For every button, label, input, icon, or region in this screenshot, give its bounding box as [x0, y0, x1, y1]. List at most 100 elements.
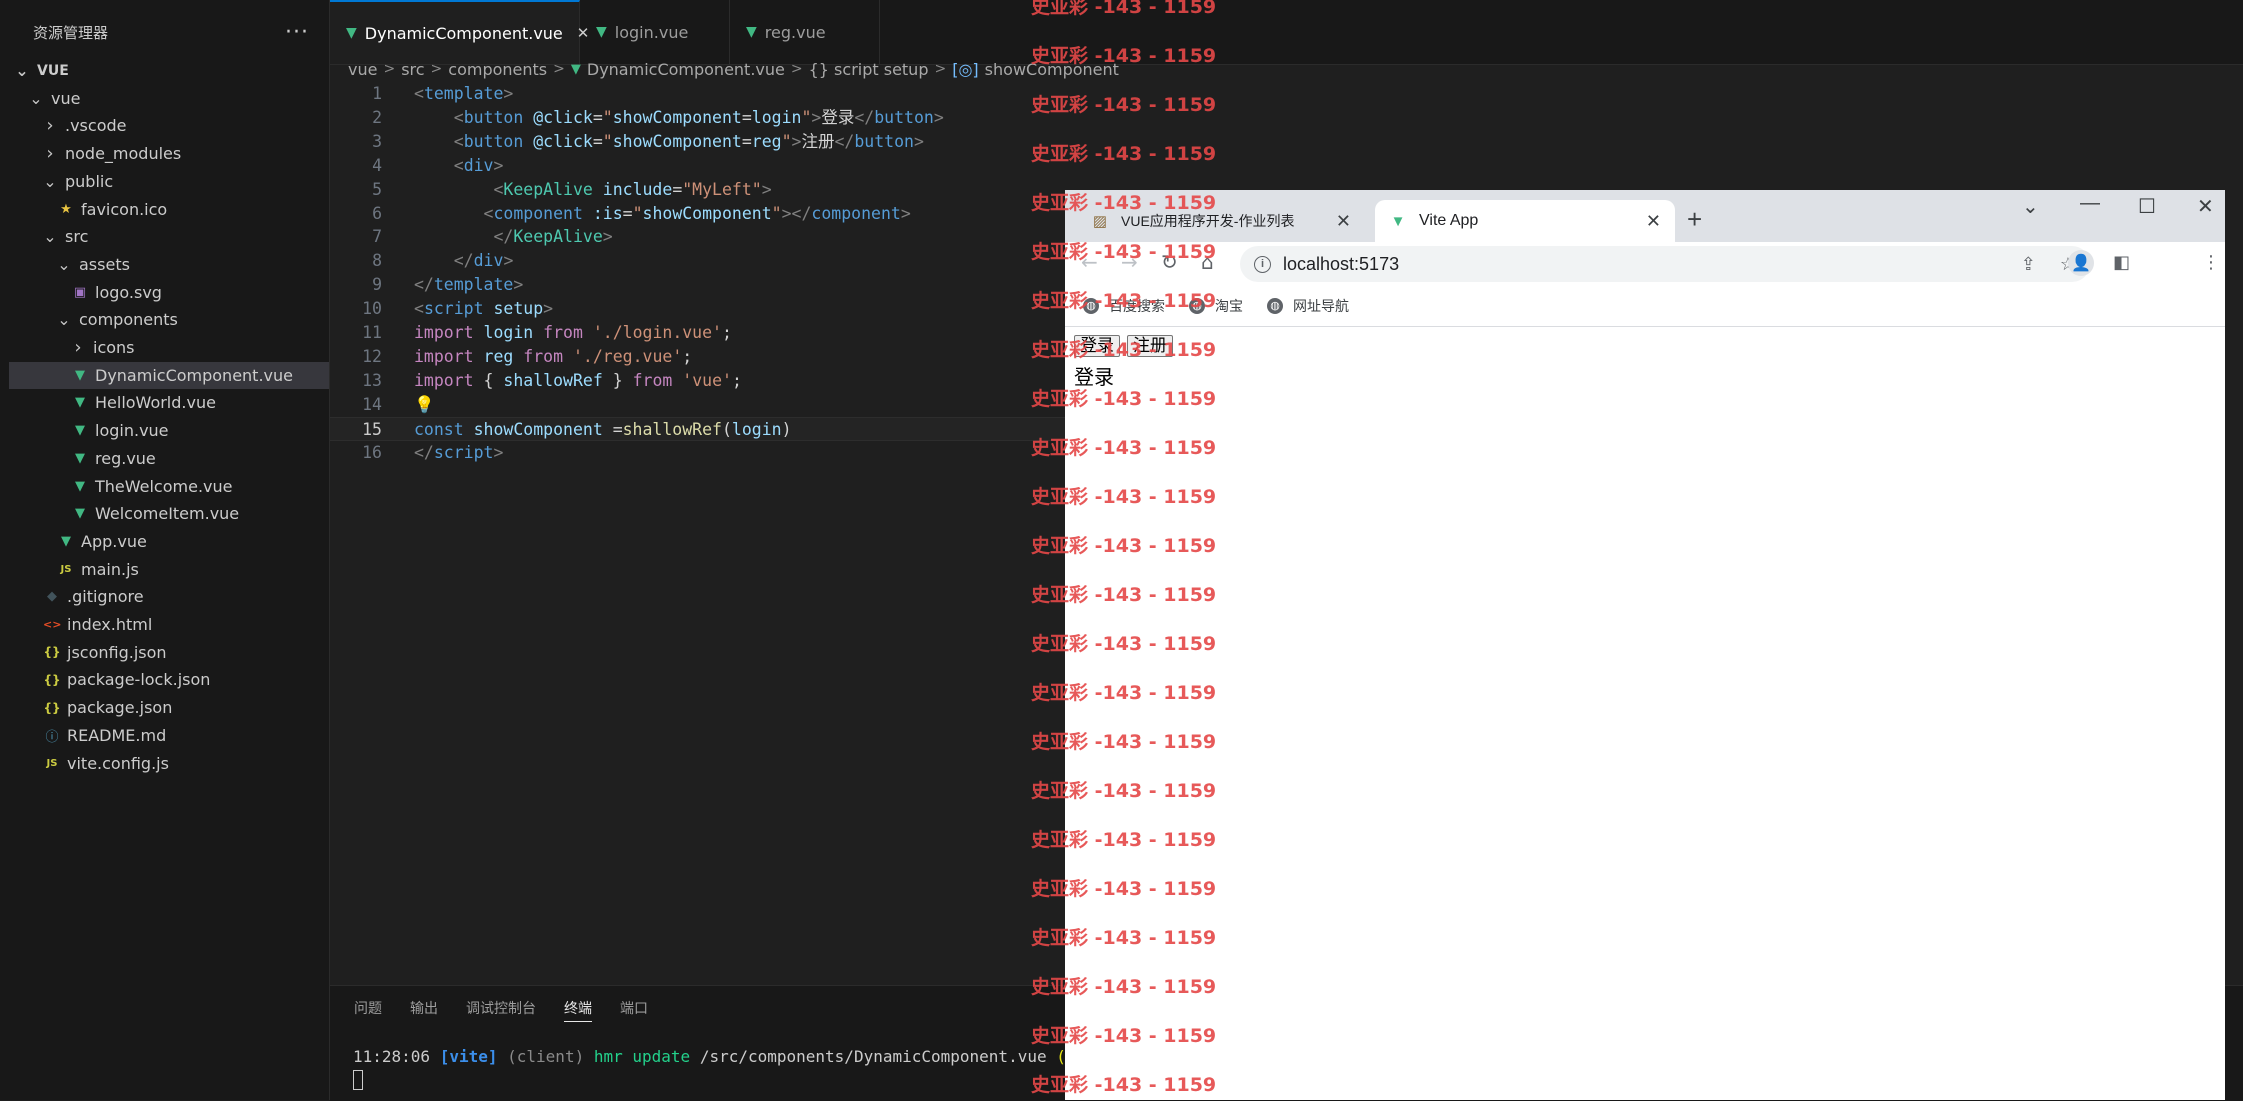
file-item[interactable]: ◆ .gitignore [9, 583, 329, 610]
tab-output[interactable]: 输出 [410, 998, 438, 1022]
browser-tab-homework[interactable]: ▨ VUE应用程序开发-作业列表 ✕ [1077, 200, 1365, 242]
file-item[interactable]: ▼ WelcomeItem.vue [9, 500, 329, 527]
chevron-right-icon[interactable]: › [43, 115, 57, 136]
chevron-right-icon[interactable]: › [43, 143, 57, 164]
folder-item[interactable]: ⌄ vue [9, 85, 329, 112]
tab-ports[interactable]: 端口 [620, 998, 648, 1022]
code-line[interactable]: 6 <component :is="showComponent"></compo… [330, 202, 1070, 226]
browser-tab-vite-app[interactable]: ▼ Vite App ✕ [1375, 200, 1675, 242]
chevron-down-icon[interactable]: ⌄ [43, 227, 57, 246]
folder-item[interactable]: › icons [9, 334, 329, 361]
code-line[interactable]: 12 import reg from './reg.vue'; [330, 345, 1070, 369]
explorer-title: 资源管理器 [33, 23, 109, 42]
file-item[interactable]: ▼ DynamicComponent.vue [9, 361, 329, 389]
bookmark-baidu[interactable]: ◍ 百度搜索 [1083, 296, 1165, 316]
bookmark-nav[interactable]: ◍ 网址导航 [1267, 296, 1349, 316]
tab-problems[interactable]: 问题 [354, 998, 382, 1022]
address-bar[interactable]: i localhost:5173 ⇪ ☆ [1240, 246, 2090, 282]
tab-terminal[interactable]: 终端 [564, 998, 592, 1022]
folder-item[interactable]: ⌄ assets [9, 251, 329, 278]
breadcrumb-item[interactable]: components [448, 60, 547, 79]
back-icon[interactable]: ← [1081, 250, 1098, 274]
profile-avatar-icon[interactable]: 👤 [2068, 250, 2094, 276]
register-button[interactable]: 注册 [1127, 335, 1173, 357]
code-line[interactable]: 7 </KeepAlive> [330, 225, 1070, 249]
close-tab-icon[interactable]: ✕ [1336, 211, 1351, 232]
chevron-down-icon[interactable]: ⌄ [43, 172, 57, 191]
bookmark-taobao[interactable]: ◍ 淘宝 [1189, 296, 1243, 316]
tab-debug-console[interactable]: 调试控制台 [466, 998, 536, 1022]
tab-reg[interactable]: ▼ reg.vue [730, 0, 880, 64]
breadcrumb-item[interactable]: {} script setup [809, 60, 929, 79]
tree-item-label: assets [79, 254, 130, 274]
file-item[interactable]: {} jsconfig.json [9, 639, 329, 666]
new-tab-button[interactable]: + [1687, 204, 1702, 235]
breadcrumb-item[interactable]: DynamicComponent.vue [587, 60, 785, 79]
line-number: 6 [372, 203, 382, 223]
chevron-down-icon[interactable]: ⌄ [29, 89, 43, 108]
reload-icon[interactable]: ↻ [1161, 250, 1178, 274]
file-item[interactable]: ▼ App.vue [9, 528, 329, 555]
file-item[interactable]: ★ favicon.ico [9, 196, 329, 223]
bookmarks-bar: ◍ 百度搜索 ◍ 淘宝 ◍ 网址导航 [1065, 286, 2225, 327]
file-item[interactable]: ▼ TheWelcome.vue [9, 473, 329, 500]
code-line[interactable]: 9 </template> [330, 273, 1070, 297]
minimize-button[interactable]: — [2080, 192, 2100, 215]
file-item[interactable]: ▼ login.vue [9, 417, 329, 444]
chevron-down-icon[interactable]: ⌄ [15, 61, 29, 80]
tab-login[interactable]: ▼ login.vue [580, 0, 730, 64]
share-icon[interactable]: ⇪ [2021, 254, 2036, 275]
file-item[interactable]: ⓘ README.md [9, 722, 329, 749]
code-line[interactable]: 11 import login from './login.vue'; [330, 321, 1070, 345]
tree-item-label: login.vue [95, 421, 169, 441]
close-tab-icon[interactable]: ✕ [1646, 211, 1661, 232]
code-line[interactable]: 1 <template> [330, 82, 1070, 106]
chevron-down-icon[interactable]: ⌄ [57, 310, 71, 329]
breadcrumb-item[interactable]: showComponent [985, 60, 1119, 79]
login-button[interactable]: 登录 [1074, 335, 1120, 357]
file-item[interactable]: ▼ HelloWorld.vue [9, 389, 329, 416]
code-line[interactable]: 14 💡 [330, 393, 1070, 417]
folder-item[interactable]: ⌄ src [9, 223, 329, 250]
close-window-button[interactable]: ✕ [2197, 194, 2214, 219]
code-line[interactable]: 10 <script setup> [330, 297, 1070, 321]
tree-item-label: .gitignore [67, 587, 144, 607]
code-line[interactable]: 3 <button @click="showComponent=reg">注册<… [330, 130, 1070, 154]
folder-item[interactable]: ⌄ VUE [9, 57, 329, 84]
code-line[interactable]: 13 import { shallowRef } from 'vue'; [330, 369, 1070, 393]
code-line[interactable]: 2 <button @click="showComponent=login">登… [330, 106, 1070, 130]
code-line[interactable]: 15 const showComponent =shallowRef(login) [330, 416, 1070, 441]
breadcrumb-item[interactable]: src [401, 60, 424, 79]
code-line[interactable]: 16 </script> [330, 441, 1070, 465]
side-panel-icon[interactable]: ◧ [2113, 252, 2130, 273]
file-item[interactable]: JS vite.config.js [9, 750, 329, 777]
code-line[interactable]: 4 <div> [330, 154, 1070, 178]
folder-item[interactable]: › node_modules [9, 140, 329, 167]
folder-item[interactable]: › .vscode [9, 112, 329, 139]
code-line[interactable]: 5 <KeepAlive include="MyLeft"> [330, 178, 1070, 202]
file-item[interactable]: JS main.js [9, 556, 329, 583]
code-line[interactable]: 8 </div> [330, 249, 1070, 273]
file-item[interactable]: {} package.json [9, 694, 329, 721]
file-item[interactable]: <> index.html [9, 611, 329, 638]
file-item[interactable]: ▣ logo.svg [9, 279, 329, 306]
folder-item[interactable]: ⌄ components [9, 306, 329, 333]
breadcrumb-item[interactable]: vue [348, 60, 377, 79]
more-actions-icon[interactable]: ··· [285, 20, 309, 45]
menu-kebab-icon[interactable]: ⋮ [2202, 252, 2220, 273]
file-item[interactable]: {} package-lock.json [9, 666, 329, 693]
tab-search-icon[interactable]: ⌄ [2022, 194, 2039, 219]
chevron-right-icon[interactable]: › [71, 337, 85, 358]
code-text: </KeepAlive> [493, 227, 613, 247]
chevron-right-icon: > [383, 61, 396, 77]
terminal-output[interactable]: 11:28:06 [vite] (client) hmr update /src… [353, 1046, 1095, 1090]
home-icon[interactable]: ⌂ [1201, 250, 1214, 274]
line-number: 8 [372, 251, 382, 271]
chevron-down-icon[interactable]: ⌄ [57, 255, 71, 274]
file-item[interactable]: ▼ reg.vue [9, 445, 329, 472]
folder-item[interactable]: ⌄ public [9, 168, 329, 195]
site-info-icon[interactable]: i [1254, 255, 1271, 273]
maximize-button[interactable]: ☐ [2138, 194, 2156, 219]
tab-dynamic-component[interactable]: ▼ DynamicComponent.vue ✕ [330, 0, 589, 64]
forward-icon[interactable]: → [1121, 250, 1138, 274]
